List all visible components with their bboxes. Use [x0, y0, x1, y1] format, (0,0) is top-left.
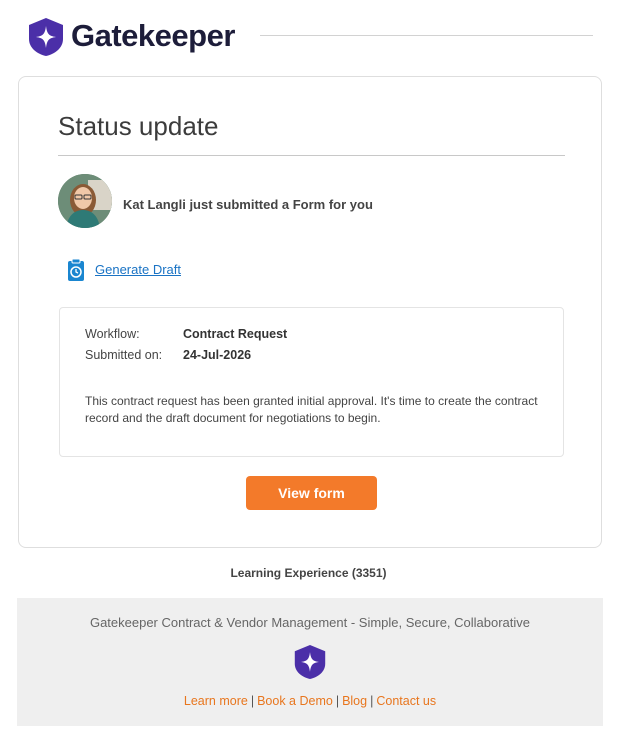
request-description: This contract request has been granted i…	[85, 394, 538, 425]
avatar	[58, 174, 112, 228]
submitted-row: Submitted on: 24-Jul-2026	[85, 348, 251, 362]
gatekeeper-logo-icon	[294, 645, 326, 679]
status-card: Status update Kat Langli just submitted …	[18, 76, 602, 548]
header-divider	[260, 35, 593, 36]
organization-name: Learning Experience (3351)	[230, 566, 387, 580]
view-form-button[interactable]: View form	[246, 476, 377, 510]
submitted-label: Submitted on:	[85, 348, 163, 362]
email-footer: Gatekeeper Contract & Vendor Management …	[17, 598, 603, 726]
submitter-message: Kat Langli just submitted a Form for you	[123, 197, 373, 212]
page-title: Status update	[58, 111, 219, 141]
clipboard-clock-icon	[68, 258, 84, 281]
contact-us-link[interactable]: Contact us	[376, 694, 436, 708]
workflow-value: Contract Request	[183, 327, 288, 341]
learn-more-link[interactable]: Learn more	[184, 694, 248, 708]
title-divider	[58, 155, 565, 156]
footer-tagline: Gatekeeper Contract & Vendor Management …	[89, 615, 531, 630]
footer-links: Learn more | Book a Demo | Blog | Contact us	[183, 694, 437, 708]
form-details-box: Workflow: Contract Request Submitted on: 2…	[59, 307, 564, 457]
gatekeeper-logo-icon	[29, 18, 63, 56]
submitted-value: 24-Jul-2026	[183, 348, 252, 362]
generate-draft-link[interactable]: Generate Draft	[95, 262, 181, 277]
book-demo-link[interactable]: Book a Demo	[257, 694, 333, 708]
workflow-label: Workflow:	[85, 327, 140, 341]
email-header: Gatekeeper	[27, 14, 593, 58]
workflow-row: Workflow: Contract Request	[85, 327, 287, 341]
avatar-image	[58, 174, 112, 228]
brand-name: Gatekeeper	[71, 18, 235, 53]
blog-link[interactable]: Blog	[342, 694, 367, 708]
